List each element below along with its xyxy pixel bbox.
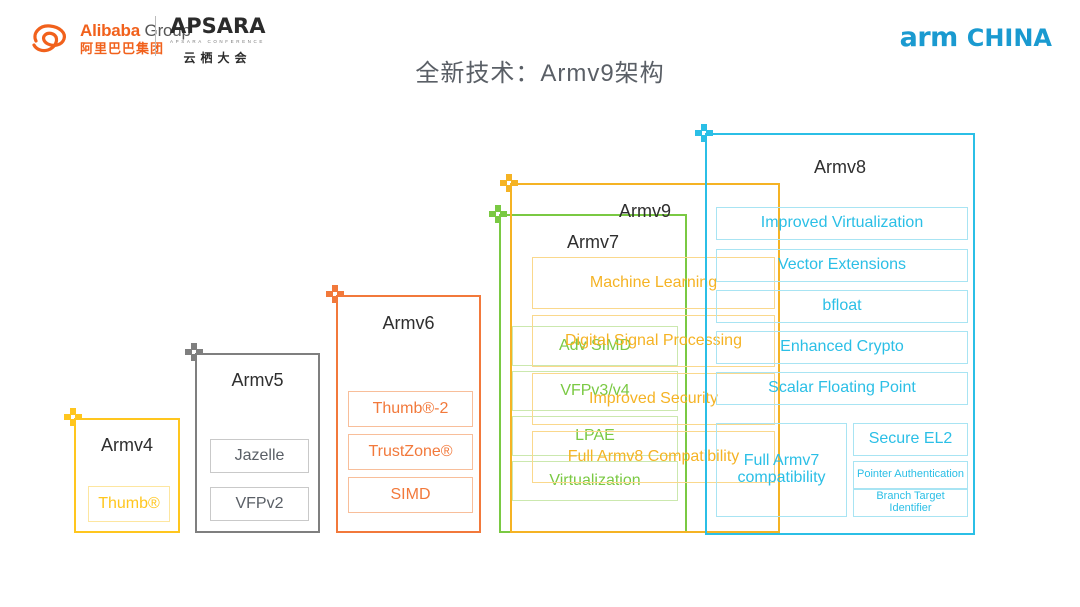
armv6-box: Armv6 Thumb®-2 TrustZone® SIMD: [336, 295, 481, 533]
armv6-feature-thumb2: Thumb®-2: [348, 391, 473, 427]
armv6-feature-simd: SIMD: [348, 477, 473, 513]
armv4-feature-thumb: Thumb®: [88, 486, 170, 522]
armv8-feature-pointer-authentication: Pointer Authentication: [853, 461, 968, 489]
armv8-feature-branch-target-identifier: Branch Target Identifier: [853, 489, 968, 517]
armv8-feature-improved-virtualization: Improved Virtualization: [716, 207, 968, 240]
armv4-box: Armv4 Thumb®: [74, 418, 180, 533]
armv8-feature-enhanced-crypto: Enhanced Crypto: [716, 331, 968, 364]
armv8-feature-bfloat: bfloat: [716, 290, 968, 323]
armv8-security-group: Secure EL2 Pointer Authentication Branch…: [853, 423, 968, 517]
armv5-box: Armv5 Jazelle VFPv2: [195, 353, 320, 533]
armv8-feature-vector-extensions: Vector Extensions: [716, 249, 968, 282]
armv8-feature-full-armv7-compat: Full Armv7 compatibility: [716, 423, 847, 517]
armv5-feature-vfpv2: VFPv2: [210, 487, 309, 521]
armv-architecture-diagram: Armv4 Thumb® Armv5 Jazelle VFPv2 Armv6 T…: [0, 0, 1080, 607]
armv8-box: Armv8 Improved Virtualization Vector Ext…: [705, 133, 975, 535]
armv8-title: Armv8: [813, 157, 866, 177]
armv4-title: Armv4: [100, 435, 153, 455]
armv6-title: Armv6: [382, 313, 435, 333]
armv5-feature-jazelle: Jazelle: [210, 439, 309, 473]
armv5-title: Armv5: [231, 370, 284, 390]
armv8-feature-secure-el2: Secure EL2: [853, 423, 968, 456]
armv8-feature-scalar-floating-point: Scalar Floating Point: [716, 372, 968, 405]
armv6-feature-trustzone: TrustZone®: [348, 434, 473, 470]
